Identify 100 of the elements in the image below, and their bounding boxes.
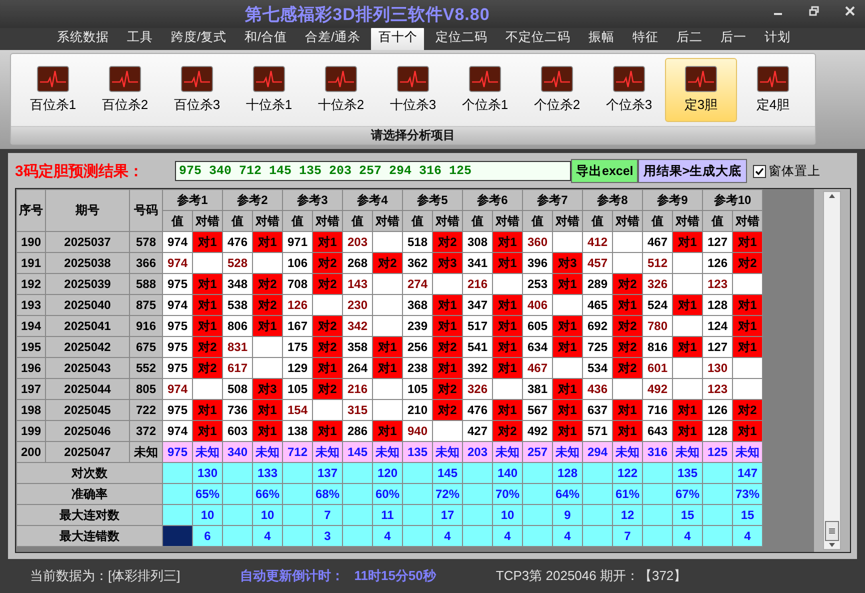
column-header: 对错 — [672, 210, 702, 232]
ribbon-button[interactable]: 百位杀1 — [17, 58, 89, 122]
table-cell[interactable] — [162, 462, 192, 484]
pulse-monitor-icon — [109, 66, 141, 92]
ribbon-button[interactable]: 个位杀1 — [449, 58, 521, 122]
table-cell[interactable] — [162, 526, 192, 546]
pulse-monitor-icon — [685, 66, 717, 92]
table-cell: 342 — [342, 316, 372, 336]
menu-tab[interactable]: 定位二码 — [428, 26, 494, 50]
column-header: 对错 — [252, 210, 282, 232]
menu-tab[interactable]: 和/合值 — [237, 26, 294, 50]
table-cell: 191 — [16, 252, 46, 274]
ribbon-caption: 请选择分析项目 — [371, 127, 455, 144]
table-cell: 175 — [282, 336, 312, 358]
table-cell: 974 — [162, 420, 192, 442]
menu-tab[interactable]: 工具 — [120, 26, 160, 50]
menu-tab[interactable]: 后一 — [713, 26, 754, 50]
table-cell: 2025040 — [46, 294, 130, 316]
table-cell: 对1 — [552, 420, 582, 442]
table-cell: 70% — [492, 484, 522, 504]
table-cell: 68% — [312, 484, 342, 504]
table-cell: 534 — [582, 358, 612, 378]
checkbox[interactable] — [752, 164, 766, 178]
table-cell[interactable] — [162, 504, 192, 526]
ribbon-button[interactable]: 十位杀2 — [305, 58, 377, 122]
table-cell: 360 — [522, 232, 552, 252]
table-cell: 412 — [582, 232, 612, 252]
table-cell: 916 — [130, 316, 162, 336]
table-cell: 对1 — [312, 420, 342, 442]
close-icon[interactable] — [845, 6, 855, 16]
menu-tab[interactable]: 百十个 — [371, 26, 424, 50]
table-cell: 123 — [702, 274, 732, 294]
table-cell: 未知 — [612, 442, 642, 462]
table-cell: 4 — [372, 526, 402, 546]
table-cell: 974 — [162, 378, 192, 400]
table-cell: 对2 — [312, 252, 342, 274]
table-cell: 716 — [642, 400, 672, 420]
menu-tab[interactable]: 跨度/复式 — [164, 26, 234, 50]
scrollbar-thumb[interactable] — [825, 521, 839, 541]
column-header: 参考6 — [462, 190, 522, 210]
ribbon-button[interactable]: 定4胆 — [737, 58, 809, 122]
table-cell: 2025044 — [46, 378, 130, 400]
menu-tab[interactable]: 系统数据 — [50, 26, 116, 50]
menu-tab[interactable]: 合差/通杀 — [298, 26, 368, 50]
table-cell: 347 — [462, 294, 492, 316]
table-cell: 未知 — [432, 442, 462, 462]
table-cell: 61% — [612, 484, 642, 504]
table-cell: 105 — [282, 378, 312, 400]
ribbon-button[interactable]: 十位杀1 — [233, 58, 305, 122]
menu-tab[interactable]: 特征 — [625, 26, 666, 50]
table-cell: 对1 — [552, 400, 582, 420]
table-cell — [732, 378, 762, 400]
table-cell — [552, 232, 582, 252]
table-cell: 571 — [582, 420, 612, 442]
ribbon-button[interactable]: 百位杀2 — [89, 58, 161, 122]
table-cell: 135 — [402, 442, 432, 462]
table-cell — [372, 400, 402, 420]
table-cell: 对1 — [732, 336, 762, 358]
table-cell: 195 — [16, 336, 46, 358]
table-cell: 对1 — [192, 274, 222, 294]
table-cell: 196 — [16, 358, 46, 378]
table-cell — [312, 400, 342, 420]
table-cell[interactable] — [162, 484, 192, 504]
menu-tab[interactable]: 不定位二码 — [498, 26, 578, 50]
table-cell: 10 — [192, 504, 222, 526]
ribbon-button[interactable]: 定3胆 — [665, 58, 737, 122]
menu-tab[interactable]: 后二 — [669, 26, 710, 50]
table-cell: 476 — [462, 400, 492, 420]
table-cell: 257 — [522, 442, 552, 462]
prediction-field[interactable]: 975 340 712 145 135 203 257 294 316 125 — [175, 161, 571, 181]
table-cell: 对1 — [672, 400, 702, 420]
table-cell: 239 — [402, 316, 432, 336]
table-cell: 268 — [342, 252, 372, 274]
generate-button[interactable]: 用结果>生成大底 — [638, 159, 747, 183]
column-header: 参考10 — [702, 190, 762, 210]
table-cell: 492 — [642, 378, 672, 400]
table-cell: 4 — [252, 526, 282, 546]
scroll-up-icon[interactable] — [828, 192, 836, 200]
ribbon-button[interactable]: 个位杀3 — [593, 58, 665, 122]
table-cell: 643 — [642, 420, 672, 442]
restore-icon[interactable] — [809, 6, 819, 16]
table-cell: 780 — [642, 316, 672, 336]
table-cell: 对1 — [492, 400, 522, 420]
pulse-monitor-icon — [397, 66, 429, 92]
ribbon-button[interactable]: 百位杀3 — [161, 58, 233, 122]
table-cell: 对1 — [612, 420, 642, 442]
table-cell: 274 — [402, 274, 432, 294]
table-cell: 316 — [642, 442, 672, 462]
ribbon-button[interactable]: 个位杀2 — [521, 58, 593, 122]
menu-tab[interactable]: 计划 — [757, 26, 798, 50]
table-cell: 未知 — [492, 442, 522, 462]
export-button[interactable]: 导出excel — [571, 159, 638, 183]
table-cell: 对2 — [372, 252, 402, 274]
scrollbar[interactable] — [823, 191, 841, 550]
table-cell: 528 — [222, 252, 252, 274]
table-cell: 对2 — [312, 274, 342, 294]
table-cell: 2025047 — [46, 442, 130, 462]
menu-tab[interactable]: 振幅 — [581, 26, 622, 50]
ribbon-button[interactable]: 十位杀3 — [377, 58, 449, 122]
table-cell: 对2 — [252, 274, 282, 294]
